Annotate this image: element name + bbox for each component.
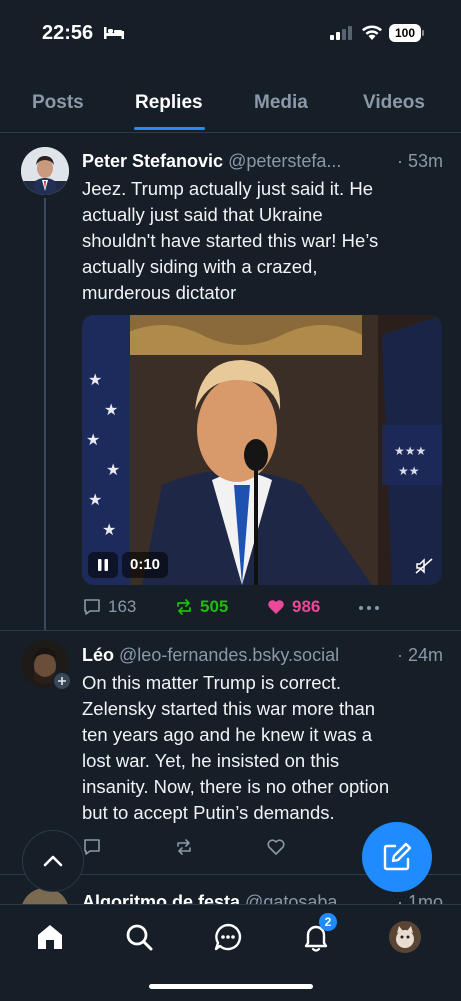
- author-handle[interactable]: @peterstefa...: [228, 151, 341, 171]
- notifications-badge: 2: [319, 913, 337, 931]
- tab-media[interactable]: Media: [254, 92, 308, 114]
- video-controls: 0:10: [88, 552, 168, 578]
- cellular-signal-icon: [330, 26, 352, 40]
- author-name[interactable]: Léo: [82, 645, 114, 665]
- profile-tabs: Posts Replies Media Videos: [0, 78, 461, 133]
- compose-post-button[interactable]: [362, 822, 432, 892]
- more-options-button[interactable]: [358, 605, 380, 611]
- active-tab-indicator: [134, 127, 205, 130]
- svg-text:★: ★: [86, 432, 100, 449]
- reply-count: 163: [108, 597, 137, 616]
- svg-text:★: ★: [88, 372, 102, 389]
- more-dots-icon: [359, 606, 379, 610]
- like-button[interactable]: 986: [266, 597, 320, 617]
- post-text-line: actually just said that Ukraine: [82, 204, 323, 225]
- status-bar: 22:56 100: [0, 0, 461, 70]
- svg-text:★★★: ★★★: [394, 444, 426, 458]
- post-actions: 163 505 986: [82, 597, 442, 621]
- post-text-line: Jeez. Trump actually just said it. He: [82, 178, 373, 199]
- plus-icon: [58, 677, 66, 685]
- like-button[interactable]: [266, 837, 286, 857]
- repost-count: 505: [200, 597, 229, 616]
- post-text: Jeez. Trump actually just said it. He ac…: [82, 176, 442, 306]
- tab-videos[interactable]: Videos: [363, 92, 425, 114]
- profile-avatar-image: [389, 921, 421, 953]
- compose-pencil-icon: [383, 842, 412, 871]
- svg-text:★: ★: [102, 522, 116, 539]
- svg-text:★★: ★★: [398, 464, 420, 478]
- repost-icon: [177, 839, 191, 855]
- follow-plus-button[interactable]: [52, 671, 72, 691]
- thread-line: [44, 198, 46, 630]
- sleep-bed-icon: [104, 27, 124, 39]
- author-name[interactable]: Peter Stefanovic: [82, 151, 223, 171]
- avatar[interactable]: [21, 147, 69, 195]
- post-text-line: actually siding with a crazed,: [82, 256, 318, 277]
- svg-text:★: ★: [104, 402, 118, 419]
- reply-bubble-icon: [84, 599, 100, 615]
- battery-indicator: 100: [389, 24, 421, 42]
- post-timestamp: · 53m: [392, 151, 443, 172]
- post-header: Léo @leo-fernandes.bsky.social: [82, 645, 443, 666]
- post-text: On this matter Trump is correct. Zelensk…: [82, 670, 442, 826]
- scroll-to-top-button[interactable]: [22, 830, 84, 892]
- profile-avatar[interactable]: [389, 921, 421, 953]
- post-text-line: shouldn't have started this war! He’s: [82, 230, 379, 251]
- post-text-line: lost war. Yet, he insisted on this: [82, 750, 340, 771]
- pause-icon: [98, 559, 108, 571]
- reply-button[interactable]: 163: [82, 597, 136, 617]
- battery-tip: [422, 30, 424, 36]
- wifi-icon: [362, 25, 382, 40]
- post-header: Peter Stefanovic @peterstefa...: [82, 151, 443, 172]
- video-time: 0:10: [122, 552, 168, 578]
- repost-button[interactable]: [174, 837, 194, 857]
- home-indicator: [149, 984, 313, 989]
- heart-filled-icon: [268, 600, 284, 614]
- post-timestamp: · 24m: [392, 645, 443, 666]
- tab-posts[interactable]: Posts: [32, 92, 84, 114]
- post-text-line: ten years ago and he knew it was a: [82, 724, 373, 745]
- video-frame-image: ★★ ★★ ★★ ★★★★★: [82, 315, 442, 585]
- post-text-line: insanity. Now, there is no other option: [82, 776, 390, 797]
- avatar-portrait-image: [21, 147, 69, 195]
- like-count: 986: [292, 597, 321, 616]
- heart-outline-icon: [267, 839, 285, 855]
- chat-icon[interactable]: [212, 921, 244, 953]
- search-icon[interactable]: [123, 921, 155, 953]
- video-player[interactable]: ★ ★ ★ ★ ★ ★ ★★★ ★★: [82, 315, 442, 585]
- reply-button[interactable]: [82, 837, 102, 857]
- post-text-line: Zelensky started this war more than: [82, 698, 376, 719]
- muted-speaker-icon[interactable]: [415, 557, 433, 575]
- post-divider: [0, 630, 461, 631]
- home-icon[interactable]: [34, 921, 66, 953]
- svg-text:★: ★: [106, 462, 120, 479]
- post-text-line: On this matter Trump is correct.: [82, 672, 342, 693]
- repost-button[interactable]: 505: [174, 597, 228, 617]
- clock: 22:56: [42, 22, 94, 44]
- repost-icon: [177, 599, 191, 615]
- tab-replies[interactable]: Replies: [135, 92, 203, 114]
- svg-text:★: ★: [88, 492, 102, 509]
- reply-bubble-icon: [84, 839, 100, 855]
- post-text-line: murderous dictator: [82, 282, 237, 303]
- chevron-up-icon: [43, 855, 63, 867]
- author-handle[interactable]: @leo-fernandes.bsky.social: [119, 645, 339, 665]
- pause-button[interactable]: [88, 552, 118, 578]
